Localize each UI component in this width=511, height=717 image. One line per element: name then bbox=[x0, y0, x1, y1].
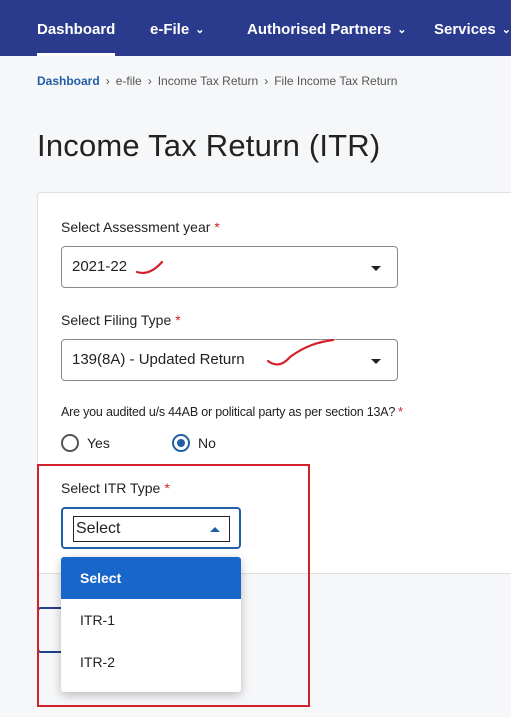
breadcrumb-separator-icon: › bbox=[147, 74, 152, 88]
radio-no-label: No bbox=[198, 435, 216, 451]
assessment-year-value: 2021-22 bbox=[72, 258, 128, 275]
assessment-year-label: Select Assessment year * bbox=[61, 219, 220, 235]
filing-type-select[interactable]: 139(8A) - Updated Return bbox=[61, 339, 398, 381]
caret-down-icon bbox=[371, 266, 381, 271]
page-title: Income Tax Return (ITR) bbox=[37, 128, 381, 163]
nav-item-authorised-partners[interactable]: Authorised Partners ⌄ bbox=[247, 0, 406, 56]
breadcrumb-separator-icon: › bbox=[105, 74, 110, 88]
radio-unchecked-icon[interactable] bbox=[61, 434, 79, 452]
breadcrumb: Dashboard › e-file › Income Tax Return › File … bbox=[37, 74, 397, 88]
filing-type-label: Select Filing Type * bbox=[61, 312, 181, 328]
audited-question: Are you audited u/s 44AB or political pa… bbox=[61, 405, 403, 419]
radio-checked-icon[interactable] bbox=[172, 434, 190, 452]
breadcrumb-income-tax-return[interactable]: Income Tax Return bbox=[158, 74, 259, 88]
nav-dashboard-label: Dashboard bbox=[37, 21, 116, 38]
breadcrumb-separator-icon: › bbox=[264, 74, 269, 88]
nav-services-label: Services bbox=[434, 21, 496, 38]
required-mark: * bbox=[175, 312, 181, 328]
caret-down-icon bbox=[371, 359, 381, 364]
assessment-year-label-text: Select Assessment year bbox=[61, 219, 211, 235]
breadcrumb-dashboard-link[interactable]: Dashboard bbox=[37, 74, 100, 88]
chevron-down-icon: ⌄ bbox=[195, 24, 205, 36]
filing-type-value: 139(8A) - Updated Return bbox=[72, 351, 245, 368]
annotation-highlight-box bbox=[37, 464, 310, 707]
nav-item-services[interactable]: Services ⌄ bbox=[434, 0, 511, 56]
audited-question-text: Are you audited u/s 44AB or political pa… bbox=[61, 405, 396, 419]
required-mark: * bbox=[214, 219, 220, 235]
required-mark: * bbox=[398, 405, 403, 419]
breadcrumb-efile[interactable]: e-file bbox=[116, 74, 142, 88]
chevron-down-icon: ⌄ bbox=[397, 24, 407, 36]
top-navigation-bar: Dashboard e-File ⌄ Authorised Partners ⌄ S… bbox=[0, 0, 511, 56]
nav-item-dashboard[interactable]: Dashboard bbox=[37, 0, 116, 56]
chevron-down-icon: ⌄ bbox=[501, 24, 511, 36]
nav-item-efile[interactable]: e-File ⌄ bbox=[150, 0, 204, 56]
radio-yes-label: Yes bbox=[87, 435, 110, 451]
nav-authorised-partners-label: Authorised Partners bbox=[247, 21, 392, 38]
assessment-year-select[interactable]: 2021-22 bbox=[61, 246, 398, 288]
filing-type-label-text: Select Filing Type bbox=[61, 312, 172, 328]
breadcrumb-file-income-tax-return: File Income Tax Return bbox=[274, 74, 398, 88]
nav-efile-label: e-File bbox=[150, 21, 190, 38]
